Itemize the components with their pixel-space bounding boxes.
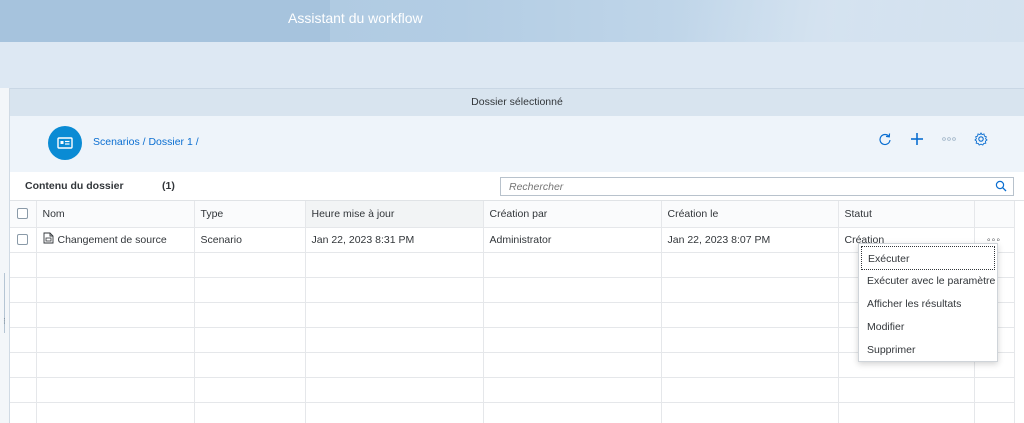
object-header: Scenarios / Dossier 1 / bbox=[10, 116, 1024, 172]
refresh-icon[interactable] bbox=[876, 130, 894, 148]
column-header-actions bbox=[974, 201, 1015, 228]
menu-item-delete[interactable]: Supprimer bbox=[859, 338, 997, 362]
list-count: (1) bbox=[162, 180, 175, 192]
column-header-created-by[interactable]: Création par bbox=[483, 201, 662, 228]
table-header-row: Nom Type Heure mise à jour Création par … bbox=[10, 201, 1015, 228]
more-icon[interactable] bbox=[940, 130, 958, 148]
row-name-cell[interactable]: Changement de source bbox=[36, 227, 195, 253]
breadcrumb[interactable]: Scenarios / Dossier 1 / bbox=[93, 136, 199, 148]
settings-icon[interactable] bbox=[972, 130, 990, 148]
splitter-grip-icon[interactable]: ⁝ bbox=[3, 316, 6, 327]
search-field[interactable] bbox=[500, 177, 1014, 196]
list-toolbar: Contenu du dossier (1) bbox=[10, 172, 1024, 199]
column-header-updated[interactable]: Heure mise à jour bbox=[305, 201, 484, 228]
header-sub-bar bbox=[0, 42, 1024, 88]
row-checkbox[interactable] bbox=[10, 227, 37, 253]
header-band bbox=[0, 0, 330, 42]
row-name[interactable]: Changement de source bbox=[58, 234, 167, 246]
column-header-created-on[interactable]: Création le bbox=[661, 201, 839, 228]
table-row-empty bbox=[10, 402, 1015, 423]
search-icon[interactable] bbox=[995, 180, 1007, 195]
column-header-name[interactable]: Nom bbox=[36, 201, 195, 228]
add-icon[interactable] bbox=[908, 130, 926, 148]
row-updated: Jan 22, 2023 8:31 PM bbox=[305, 227, 484, 253]
select-all-checkbox[interactable] bbox=[10, 201, 37, 228]
menu-item-execute-with-parameter[interactable]: Exécuter avec le paramètre bbox=[859, 269, 997, 293]
menu-item-show-results[interactable]: Afficher les résultats bbox=[859, 292, 997, 316]
list-title: Contenu du dossier bbox=[25, 180, 124, 192]
row-created-on: Jan 22, 2023 8:07 PM bbox=[661, 227, 839, 253]
scenario-icon bbox=[43, 232, 54, 247]
row-type: Scenario bbox=[194, 227, 306, 253]
column-header-status[interactable]: Statut bbox=[838, 201, 975, 228]
header-toolbar bbox=[876, 130, 990, 148]
row-context-menu: Exécuter Exécuter avec le paramètre Affi… bbox=[858, 243, 998, 362]
app-header: Assistant du workflow bbox=[0, 0, 1024, 42]
row-created-by: Administrator bbox=[483, 227, 662, 253]
breadcrumb-path[interactable]: Scenarios / Dossier 1 / bbox=[93, 136, 199, 148]
menu-item-edit[interactable]: Modifier bbox=[859, 315, 997, 339]
column-header-type[interactable]: Type bbox=[194, 201, 306, 228]
left-splitter[interactable]: ⁝ bbox=[0, 88, 10, 423]
header-decoration bbox=[680, 0, 1024, 42]
app-title: Assistant du workflow bbox=[288, 10, 423, 26]
search-input[interactable] bbox=[501, 178, 991, 195]
selected-folder-bar: Dossier sélectionné bbox=[10, 88, 1024, 116]
table-row-empty bbox=[10, 377, 1015, 403]
menu-item-execute[interactable]: Exécuter bbox=[861, 246, 995, 270]
folder-avatar-icon bbox=[48, 126, 82, 160]
